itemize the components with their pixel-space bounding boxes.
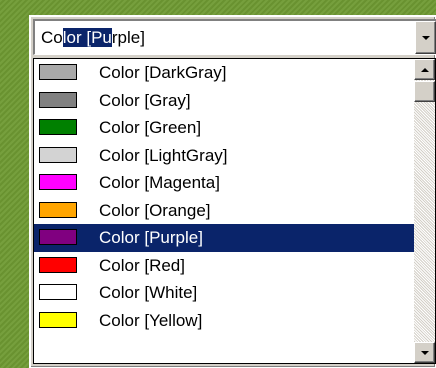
scroll-down-button[interactable]	[414, 342, 435, 363]
color-list-item-label: Color [Green]	[99, 118, 202, 137]
color-swatch	[39, 119, 77, 135]
color-swatch	[39, 284, 77, 300]
combo-text-selection: lor [Pu	[62, 28, 112, 47]
color-list-item[interactable]: Color [Gray]	[34, 87, 416, 115]
vertical-scrollbar[interactable]	[414, 59, 435, 363]
combo-dropdown-button[interactable]	[415, 21, 436, 54]
color-list-item-label: Color [DarkGray]	[99, 63, 227, 82]
color-list-item-label: Color [Magenta]	[99, 173, 220, 192]
arrow-down-icon	[420, 350, 429, 355]
combo-text-after: rple]	[111, 28, 145, 47]
color-list-item[interactable]: Color [Red]	[34, 252, 416, 280]
arrow-up-icon	[420, 67, 429, 72]
color-list-item-label: Color [White]	[99, 283, 198, 302]
color-list-item[interactable]: Color [Yellow]	[34, 307, 416, 335]
combo-text-before: Co	[41, 28, 63, 47]
color-list-item[interactable]: Color [Green]	[34, 114, 416, 142]
combo-input-text[interactable]: Color [Purple]	[41, 27, 145, 49]
color-list-item-label: Color [Purple]	[99, 228, 203, 247]
color-swatch	[39, 229, 77, 245]
color-dropdown-list[interactable]: Color [DarkGray] Color [Gray] Color [Green…	[33, 58, 436, 364]
color-list-item-label: Color [Gray]	[99, 90, 191, 110]
color-list-item[interactable]: Color [Magenta]	[34, 169, 416, 197]
color-list-item-label: Color [Orange]	[99, 200, 211, 220]
color-list-rows: Color [DarkGray] Color [Gray] Color [Green…	[34, 59, 416, 334]
color-list-item[interactable]: Color [DarkGray]	[34, 59, 416, 87]
color-list-item-label: Color [Yellow]	[99, 310, 203, 330]
color-swatch	[39, 146, 77, 163]
color-swatch	[39, 256, 77, 273]
color-list-item-label: Color [Red]	[99, 255, 185, 275]
color-list-item-label: Color [LightGray]	[99, 145, 228, 165]
color-swatch	[39, 174, 77, 190]
color-list-item[interactable]: Color [LightGray]	[34, 142, 416, 170]
chevron-down-icon	[421, 35, 430, 40]
color-combo-box[interactable]: Color [Purple]	[33, 19, 436, 55]
color-swatch	[39, 91, 77, 108]
color-swatch	[39, 64, 77, 80]
scroll-up-button[interactable]	[414, 59, 435, 80]
color-list-item[interactable]: Color [Orange]	[34, 197, 416, 225]
color-list-item[interactable]: Color [White]	[34, 279, 416, 307]
scrollbar-thumb[interactable]	[414, 81, 435, 102]
color-swatch	[39, 201, 77, 218]
color-list-item[interactable]: Color [Purple]	[34, 224, 416, 252]
color-swatch	[39, 311, 77, 328]
